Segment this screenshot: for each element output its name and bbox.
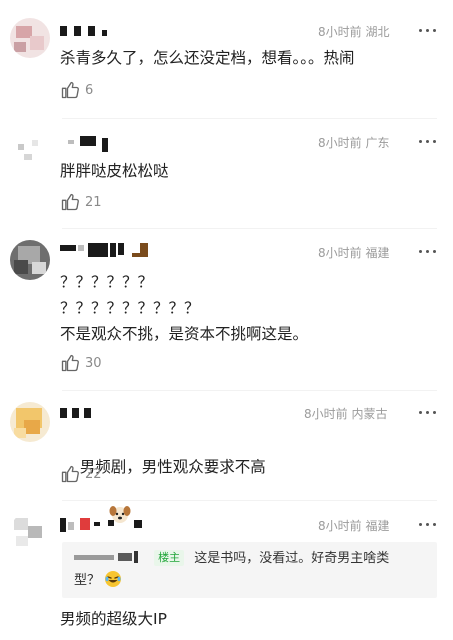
like-count: 6	[85, 82, 94, 98]
comment-meta: 8小时前 湖北	[318, 23, 389, 40]
more-dots-icon[interactable]	[419, 518, 437, 532]
reply-line: 楼主 这是书吗，没看过。好奇男主啥类	[74, 548, 425, 570]
divider	[62, 118, 437, 119]
comment-location: 福建	[365, 519, 390, 533]
avatar[interactable]	[10, 240, 50, 280]
divider	[62, 390, 437, 391]
comment-time: 8小时前	[318, 136, 362, 150]
comment-meta: 8小时前 广东	[318, 134, 389, 151]
reply-text: 型？	[74, 573, 101, 588]
dog-emoji-icon	[80, 479, 132, 551]
comment-time: 8小时前	[304, 407, 348, 421]
quoted-reply[interactable]: 楼主 这是书吗，没看过。好奇男主啥类 型？	[62, 542, 437, 598]
comment-location: 内蒙古	[351, 407, 388, 421]
comment-text: ？？？？？？ ？？？？？？？？？ 不是观众不挑，是资本不挑啊这是。	[60, 273, 309, 343]
comment-text: 胖胖哒皮松松哒	[60, 162, 169, 180]
comment-location: 湖北	[365, 25, 390, 39]
more-dots-icon[interactable]	[419, 24, 437, 38]
like-count: 22	[85, 466, 102, 482]
comment-time: 8小时前	[318, 246, 362, 260]
reply-text: 这是书吗，没看过。好奇男主啥类	[194, 551, 390, 566]
comment-meta: 8小时前 福建	[318, 244, 389, 261]
divider	[62, 228, 437, 229]
comment-time: 8小时前	[318, 519, 362, 533]
comment-location: 福建	[365, 246, 390, 260]
comment-location: 广东	[365, 136, 390, 150]
divider	[62, 500, 437, 501]
thumbs-up-icon	[61, 465, 79, 483]
more-dots-icon[interactable]	[419, 135, 437, 149]
op-tag: 楼主	[154, 550, 185, 566]
avatar[interactable]	[10, 132, 50, 172]
like-button[interactable]: 22	[60, 463, 102, 485]
like-count: 30	[85, 355, 102, 371]
comment-text: 杀青多久了，怎么还没定档，想看。。。热闹	[60, 49, 355, 67]
comment-meta: 8小时前 福建	[318, 517, 389, 534]
comment-text: 男频剧，男性观众要求不高	[79, 458, 266, 476]
comment-meta: 8小时前 内蒙古	[304, 405, 387, 422]
avatar[interactable]	[10, 512, 50, 552]
thumbs-up-icon	[61, 354, 79, 372]
thumbs-up-icon	[61, 193, 79, 211]
more-dots-icon[interactable]	[419, 245, 437, 259]
more-dots-icon[interactable]	[419, 406, 437, 420]
thumbs-up-icon	[61, 81, 79, 99]
comment-time: 8小时前	[318, 25, 362, 39]
laughing-emoji-icon	[104, 570, 122, 592]
like-button[interactable]: 6	[60, 79, 93, 101]
like-button[interactable]: 21	[60, 191, 102, 213]
comment-text: 男频的超级大IP	[60, 610, 167, 628]
like-count: 21	[85, 194, 102, 210]
reply-username-masked	[74, 551, 144, 563]
avatar[interactable]	[10, 402, 50, 442]
reply-line: 型？	[74, 570, 425, 592]
avatar[interactable]	[10, 18, 50, 58]
like-button[interactable]: 30	[60, 352, 102, 374]
